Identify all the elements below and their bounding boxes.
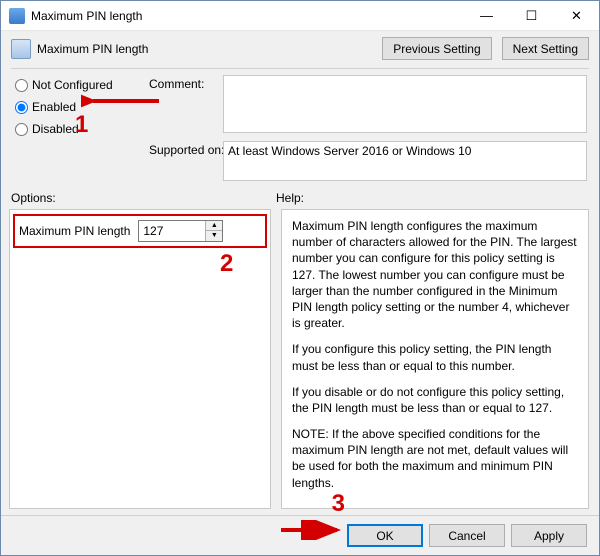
help-p4: NOTE: If the above specified conditions … (292, 426, 578, 491)
annotation-num-2: 2 (220, 250, 233, 278)
help-panel: Maximum PIN length configures the maximu… (281, 209, 589, 509)
radio-not-configured[interactable]: Not Configured (15, 75, 145, 95)
apply-button[interactable]: Apply (511, 524, 587, 547)
mid-labels: Options: Help: (1, 181, 599, 209)
annotation-arrow-3 (279, 520, 349, 540)
policy-name: Maximum PIN length (37, 42, 372, 56)
max-pin-input[interactable] (139, 221, 205, 241)
state-section: Not Configured Enabled Disabled Comment:… (1, 71, 599, 181)
help-label: Help: (276, 191, 304, 205)
supported-label: Supported on: (149, 141, 219, 181)
spinner-up-icon[interactable]: ▲ (206, 221, 222, 231)
ok-button[interactable]: OK (347, 524, 423, 547)
radio-enabled-input[interactable] (15, 101, 28, 114)
radio-enabled[interactable]: Enabled (15, 97, 145, 117)
radio-disabled-input[interactable] (15, 123, 28, 136)
header: Maximum PIN length Previous Setting Next… (1, 31, 599, 66)
titlebar: Maximum PIN length — ☐ ✕ (1, 1, 599, 31)
close-button[interactable]: ✕ (554, 1, 599, 31)
radio-not-configured-label: Not Configured (32, 78, 113, 92)
gpedit-icon (11, 39, 31, 59)
max-pin-spinner[interactable]: ▲ ▼ (138, 220, 223, 242)
minimize-button[interactable]: — (464, 1, 509, 31)
radio-enabled-label: Enabled (32, 100, 76, 114)
footer: 3 OK Cancel Apply (1, 515, 599, 555)
comment-textarea[interactable] (223, 75, 587, 133)
previous-setting-button[interactable]: Previous Setting (382, 37, 491, 60)
divider (11, 68, 589, 69)
help-p2: If you configure this policy setting, th… (292, 341, 578, 373)
help-p3: If you disable or do not configure this … (292, 384, 578, 416)
policy-icon (9, 8, 25, 24)
policy-dialog: Maximum PIN length — ☐ ✕ Maximum PIN len… (0, 0, 600, 556)
panels: Maximum PIN length ▲ ▼ 2 Maximum PIN len… (1, 209, 599, 515)
supported-on-text: At least Windows Server 2016 or Windows … (223, 141, 587, 181)
radio-disabled-label: Disabled (32, 122, 79, 136)
cancel-button[interactable]: Cancel (429, 524, 505, 547)
spinner-down-icon[interactable]: ▼ (206, 231, 222, 241)
radio-disabled[interactable]: Disabled (15, 119, 145, 139)
window-title: Maximum PIN length (31, 9, 464, 23)
radio-not-configured-input[interactable] (15, 79, 28, 92)
maximize-button[interactable]: ☐ (509, 1, 554, 31)
options-panel: Maximum PIN length ▲ ▼ 2 (9, 209, 271, 509)
next-setting-button[interactable]: Next Setting (502, 37, 589, 60)
option-max-pin-label: Maximum PIN length (19, 224, 130, 238)
comment-label: Comment: (149, 75, 219, 95)
help-p1: Maximum PIN length configures the maximu… (292, 218, 578, 331)
option-max-pin-row: Maximum PIN length ▲ ▼ (13, 214, 267, 248)
options-label: Options: (11, 191, 276, 205)
